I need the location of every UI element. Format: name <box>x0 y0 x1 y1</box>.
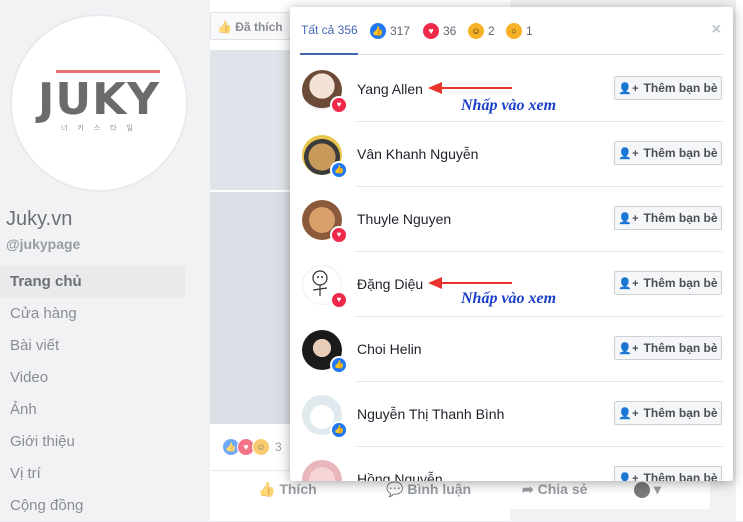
add-friend-button[interactable]: 👤+ Thêm bạn bè <box>614 466 722 481</box>
wow-icon: ○ <box>506 23 522 39</box>
tabs-divider <box>300 54 723 55</box>
person-name[interactable]: Vân Khanh Nguyễn <box>357 146 478 162</box>
person-name[interactable]: Thuyle Nguyen <box>357 211 451 227</box>
list-item: 👍 Choi Helin 👤+ Thêm bạn bè <box>290 317 733 382</box>
person-name[interactable]: Choi Helin <box>357 341 422 357</box>
tab-all[interactable]: Tất cả 356 <box>301 23 358 37</box>
list-item: 👍 Nguyễn Thị Thanh Bình 👤+ Thêm bạn bè <box>290 382 733 447</box>
close-icon[interactable]: × <box>712 21 721 39</box>
add-friend-label: Thêm bạn bè <box>643 471 718 481</box>
like-icon: 👍 <box>370 23 386 39</box>
add-friend-icon: 👤+ <box>618 212 639 225</box>
add-friend-label: Thêm bạn bè <box>643 406 718 420</box>
people-list: ♥ Yang Allen 👤+ Thêm bạn bè 👍 Vân Khanh … <box>290 57 733 481</box>
add-friend-icon: 👤+ <box>618 472 639 482</box>
add-friend-button[interactable]: 👤+ Thêm bạn bè <box>614 271 722 295</box>
add-friend-label: Thêm bạn bè <box>643 276 718 290</box>
love-icon: ♥ <box>330 96 348 114</box>
add-friend-button[interactable]: 👤+ Thêm bạn bè <box>614 401 722 425</box>
person-name[interactable]: Yang Allen <box>357 81 423 97</box>
love-icon: ♥ <box>330 226 348 244</box>
add-friend-label: Thêm bạn bè <box>643 341 718 355</box>
like-icon: 👍 <box>330 356 348 374</box>
tab-wow[interactable]: ○ 1 <box>506 23 533 39</box>
list-item: Hồng Nguyễn 👤+ Thêm bạn bè <box>290 447 733 481</box>
arrow-left-icon <box>428 277 512 289</box>
add-friend-label: Thêm bạn bè <box>643 81 718 95</box>
add-friend-icon: 👤+ <box>618 342 639 355</box>
reactions-dialog: Tất cả 356 👍 317 ♥ 36 ☺ 2 ○ 1 × ♥ Yang A… <box>290 7 733 481</box>
tab-like-count: 317 <box>390 24 411 38</box>
add-friend-icon: 👤+ <box>618 82 639 95</box>
person-name[interactable]: Hồng Nguyễn <box>357 471 443 481</box>
person-name[interactable]: Đặng Diệu <box>357 276 423 292</box>
tab-like[interactable]: 👍 317 <box>370 23 410 39</box>
annotation-label: Nhấp vào xem <box>461 290 557 307</box>
tab-all-label: Tất cả 356 <box>301 23 358 37</box>
tab-love-count: 36 <box>443 24 457 38</box>
add-friend-button[interactable]: 👤+ Thêm bạn bè <box>614 141 722 165</box>
tab-love[interactable]: ♥ 36 <box>423 23 456 39</box>
add-friend-label: Thêm bạn bè <box>643 211 718 225</box>
add-friend-icon: 👤+ <box>618 277 639 290</box>
like-icon: 👍 <box>330 161 348 179</box>
annotation-label: Nhấp vào xem <box>461 97 557 114</box>
list-item: ♥ Thuyle Nguyen 👤+ Thêm bạn bè <box>290 187 733 252</box>
add-friend-icon: 👤+ <box>618 407 639 420</box>
person-name[interactable]: Nguyễn Thị Thanh Bình <box>357 406 504 422</box>
active-tab-indicator <box>300 53 358 55</box>
add-friend-button[interactable]: 👤+ Thêm bạn bè <box>614 336 722 360</box>
add-friend-button[interactable]: 👤+ Thêm bạn bè <box>614 206 722 230</box>
add-friend-button[interactable]: 👤+ Thêm bạn bè <box>614 76 722 100</box>
tab-haha[interactable]: ☺ 2 <box>468 23 495 39</box>
love-icon: ♥ <box>330 291 348 309</box>
reaction-tabs: Tất cả 356 👍 317 ♥ 36 ☺ 2 ○ 1 × <box>290 7 733 55</box>
add-friend-icon: 👤+ <box>618 147 639 160</box>
arrow-left-icon <box>428 82 512 94</box>
add-friend-label: Thêm bạn bè <box>643 146 718 160</box>
tab-wow-count: 1 <box>526 24 533 38</box>
like-icon: 👍 <box>330 421 348 439</box>
list-item: 👍 Vân Khanh Nguyễn 👤+ Thêm bạn bè <box>290 122 733 187</box>
avatar[interactable] <box>302 460 342 481</box>
love-icon: ♥ <box>423 23 439 39</box>
haha-icon: ☺ <box>468 23 484 39</box>
tab-haha-count: 2 <box>488 24 495 38</box>
